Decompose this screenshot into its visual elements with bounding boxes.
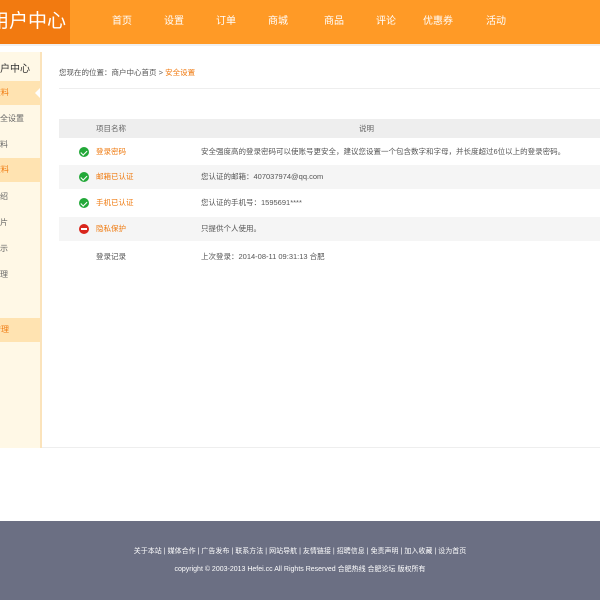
table-row: 手机已认证 您认证的手机号：1595691**** <box>59 191 600 215</box>
table-row: 邮箱已认证 您认证的邮箱：407037974@qq.com <box>59 165 600 189</box>
column-header-desc: 说明 <box>359 124 374 133</box>
footer-link-jobs[interactable]: 招聘信息 <box>337 548 365 555</box>
logo[interactable]: 用户中心 <box>0 0 70 44</box>
breadcrumb-current: 安全设置 <box>165 68 196 77</box>
row-desc: 您认证的邮箱：407037974@qq.com <box>201 172 324 181</box>
top-nav-bar: 用户中心 首页 设置 订单 商城 商品 评论 优惠券 活动 <box>0 0 600 44</box>
header-divider <box>0 44 600 46</box>
footer-link-ads[interactable]: 广告发布 <box>201 548 229 555</box>
table-header: 项目名称 说明 <box>59 119 600 138</box>
breadcrumb: 您现在的位置：商户中心首页 > 安全设置 <box>59 67 195 78</box>
row-link-phone[interactable]: 手机已认证 <box>96 191 134 215</box>
footer-link-media[interactable]: 媒体合作 <box>168 548 196 555</box>
nav-mall[interactable]: 商城 <box>256 0 300 44</box>
breadcrumb-separator: > <box>158 68 163 77</box>
nav-coupons[interactable]: 优惠券 <box>416 0 460 44</box>
nav-orders[interactable]: 订单 <box>204 0 248 44</box>
row-link-email[interactable]: 邮箱已认证 <box>96 165 134 189</box>
check-circle-icon <box>79 198 89 208</box>
sidebar-item-security[interactable]: 安全设置 <box>0 106 40 132</box>
row-desc: 安全强度高的登录密码可以使账号更安全，建议您设置一个包含数字和字母，并长度超过6… <box>201 147 566 156</box>
table-row: 登录密码 安全强度高的登录密码可以使账号更安全，建议您设置一个包含数字和字母，并… <box>59 140 600 164</box>
nav-events[interactable]: 活动 <box>474 0 518 44</box>
row-desc: 您认证的手机号：1595691**** <box>201 198 302 207</box>
sidebar-title: 商户中心 <box>0 64 30 75</box>
sidebar-group-manage[interactable]: 管理 <box>0 318 40 342</box>
content-divider <box>42 447 600 448</box>
column-header-name: 项目名称 <box>96 124 126 133</box>
footer-link-favorite[interactable]: 加入收藏 <box>404 548 432 555</box>
sidebar-item-profile[interactable]: 资料 <box>0 132 40 158</box>
sidebar-item-c[interactable]: 务 <box>0 394 40 420</box>
nav-reviews[interactable]: 评论 <box>364 0 408 44</box>
copyright-text: copyright © 2003-2013 Hefei.cc All Right… <box>174 566 426 573</box>
breadcrumb-prefix: 您现在的位置： <box>59 68 112 77</box>
row-desc: 上次登录：2014-08-11 09:31:13 合肥 <box>201 252 325 261</box>
row-label-login-record: 登录记录 <box>96 252 126 261</box>
footer-link-homepage[interactable]: 设为首页 <box>438 548 466 555</box>
breadcrumb-home-link[interactable]: 商户中心首页 <box>112 68 157 77</box>
sidebar-item-b[interactable]: 舍 <box>0 368 40 394</box>
sidebar-item-intro[interactable]: 介绍 <box>0 184 40 210</box>
sidebar-item-record[interactable]: 录 <box>0 288 40 314</box>
sidebar-item-a[interactable]: 介 <box>0 342 40 368</box>
minus-circle-icon <box>79 224 89 234</box>
nav-settings[interactable]: 设置 <box>152 0 196 44</box>
row-link-privacy[interactable]: 隐私保护 <box>96 217 126 241</box>
nav-products[interactable]: 商品 <box>312 0 356 44</box>
check-circle-icon <box>79 172 89 182</box>
sidebar-group-shop[interactable]: 资料 <box>0 158 40 182</box>
sidebar-item-display[interactable]: 展示 <box>0 236 40 262</box>
row-link-password[interactable]: 登录密码 <box>96 140 126 164</box>
footer: 关于本站 | 媒体合作 | 广告发布 | 联系方法 | 网站导航 | 友情链接 | 招聘信息 | 免责声明 |… <box>0 521 600 600</box>
check-circle-icon <box>79 147 89 157</box>
nav-home[interactable]: 首页 <box>100 0 144 44</box>
sidebar: 商户中心 资料 安全设置 资料 资料 介绍 图片 展示 管理 录 管理 介 舍 … <box>0 52 42 448</box>
sidebar-item-manage[interactable]: 管理 <box>0 262 40 288</box>
footer-link-contact[interactable]: 联系方法 <box>235 548 263 555</box>
footer-link-friends[interactable]: 友情链接 <box>303 548 331 555</box>
sidebar-group-profile[interactable]: 资料 <box>0 81 40 105</box>
footer-links: 关于本站 | 媒体合作 | 广告发布 | 联系方法 | 网站导航 | 友情链接 | 招聘信息 | 免责声明 |… <box>133 548 467 555</box>
sidebar-item-d[interactable]: 理 <box>0 420 40 446</box>
active-arrow-icon <box>35 87 40 99</box>
footer-link-disclaimer[interactable]: 免责声明 <box>371 548 399 555</box>
sidebar-item-images[interactable]: 图片 <box>0 210 40 236</box>
footer-link-about[interactable]: 关于本站 <box>134 548 162 555</box>
footer-link-sitemap[interactable]: 网站导航 <box>269 548 297 555</box>
row-desc: 只提供个人使用。 <box>201 224 261 233</box>
table-row: 隐私保护 只提供个人使用。 <box>59 217 600 241</box>
table-row: 登录记录 上次登录：2014-08-11 09:31:13 合肥 <box>59 245 600 269</box>
breadcrumb-divider <box>59 88 600 89</box>
